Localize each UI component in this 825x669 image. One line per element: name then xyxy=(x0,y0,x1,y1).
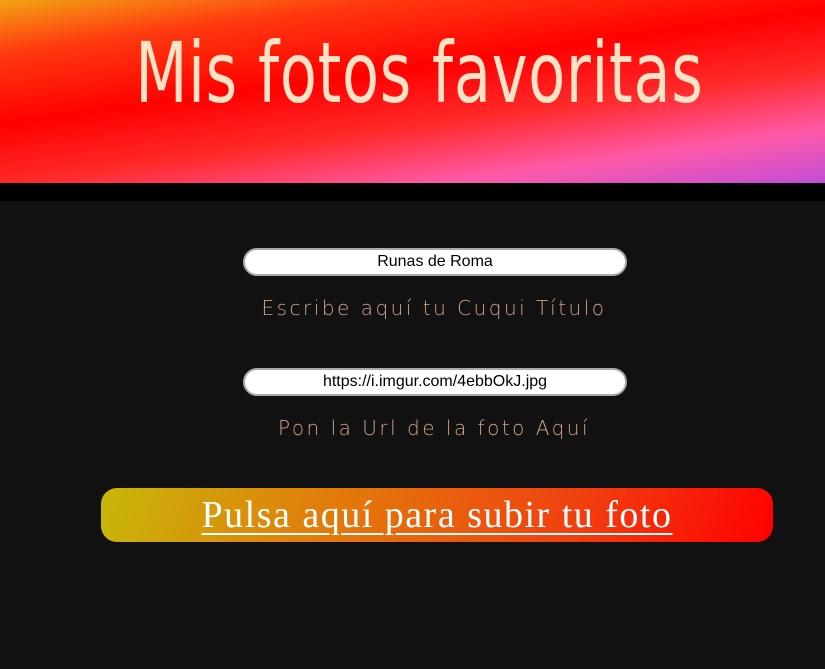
url-input[interactable] xyxy=(243,368,627,396)
url-input-label: Pon la Url de la foto Aquí xyxy=(277,416,591,440)
title-input-label: Escribe aquí tu Cuqui Título xyxy=(261,296,607,320)
header-divider xyxy=(0,183,825,201)
upload-button-label: Pulsa aquí para subir tu foto xyxy=(201,494,673,536)
title-input[interactable] xyxy=(243,248,627,276)
header-banner: Mis fotos favoritas xyxy=(0,0,825,183)
page-title: Mis fotos favoritas xyxy=(135,24,704,122)
upload-button[interactable]: Pulsa aquí para subir tu foto xyxy=(101,488,773,542)
